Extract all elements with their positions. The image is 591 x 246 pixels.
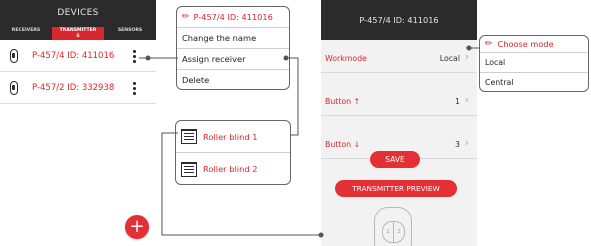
menu-item-assign-receiver[interactable]: Assign receiver — [177, 49, 289, 70]
receiver-label: Roller blind 2 — [203, 164, 258, 174]
remote-key: 2 — [397, 229, 401, 235]
context-menu-header: ✏ P-457/4 ID: 411016 — [177, 7, 289, 28]
roller-blind-icon — [181, 129, 197, 144]
chevron-right-icon: › — [464, 93, 469, 106]
chevron-right-icon: › — [464, 50, 469, 63]
setting-label: Workmode — [325, 53, 367, 63]
detail-title: P-457/4 ID: 411016 — [321, 0, 477, 40]
tab-receivers[interactable]: RECEIVERS — [0, 27, 52, 40]
remote-key: 1 — [383, 222, 394, 242]
device-name: P-457/2 ID: 332938 — [32, 82, 115, 93]
tab-sensors[interactable]: SENSORS — [104, 27, 156, 40]
setting-label: Button ↑ — [325, 96, 361, 106]
chevron-right-icon: › — [464, 136, 469, 149]
setting-value: 3 — [455, 139, 460, 149]
receiver-label: Roller blind 1 — [203, 131, 258, 142]
pencil-icon: ✏ — [182, 12, 190, 22]
mode-option-central[interactable]: Central — [480, 73, 588, 93]
remote-preview-image: 1 2 — [374, 207, 412, 246]
setting-label: Button ↓ — [325, 139, 361, 149]
receiver-picker: Roller blind 1 Roller blind 2 — [175, 120, 291, 185]
devices-title: DEVICES — [0, 0, 156, 27]
menu-item-delete[interactable]: Delete — [177, 70, 289, 91]
device-list-item[interactable]: P-457/4 ID: 411016 — [0, 40, 156, 72]
pencil-icon: ✏ — [485, 39, 493, 49]
menu-item-change-name[interactable]: Change the name — [177, 28, 289, 49]
setting-value: Local — [439, 53, 460, 63]
transmitter-preview-button[interactable]: TRANSMITTER PREVIEW — [335, 180, 457, 197]
receiver-option[interactable]: Roller blind 2 — [176, 153, 290, 185]
setting-row-button-up[interactable]: Button ↑ 1 › — [321, 87, 477, 116]
mode-picker: ✏ Choose mode Local Central — [479, 35, 589, 92]
transmitter-detail-screen: P-457/4 ID: 411016 Workmode Local › Butt… — [321, 0, 477, 246]
receiver-option[interactable]: Roller blind 1 — [176, 121, 290, 153]
more-options-icon[interactable] — [133, 50, 136, 63]
tab-transmitters[interactable]: TRANSMITTER S — [52, 27, 104, 40]
roller-blind-icon — [181, 161, 197, 177]
mode-option-local[interactable]: Local — [480, 53, 588, 73]
device-tabs: RECEIVERS TRANSMITTER S SENSORS — [0, 27, 156, 40]
device-name: P-457/4 ID: 411016 — [32, 50, 115, 61]
more-options-icon[interactable] — [133, 82, 136, 95]
save-button[interactable]: SAVE — [370, 151, 420, 168]
setting-value: 1 — [455, 96, 460, 106]
remote-icon — [10, 48, 18, 63]
device-context-menu: ✏ P-457/4 ID: 411016 Change the name Ass… — [176, 6, 290, 90]
remote-icon — [10, 80, 18, 95]
mode-picker-title: Choose mode — [497, 39, 554, 49]
device-list-item[interactable]: P-457/2 ID: 332938 — [0, 72, 156, 104]
mode-picker-header: ✏ Choose mode — [480, 36, 588, 53]
devices-screen: DEVICES RECEIVERS TRANSMITTER S SENSORS … — [0, 0, 156, 246]
context-menu-title: P-457/4 ID: 411016 — [193, 12, 273, 22]
add-device-button[interactable]: + — [125, 215, 149, 239]
setting-row-workmode[interactable]: Workmode Local › — [321, 44, 477, 73]
remote-keypad: 1 2 — [382, 221, 405, 243]
